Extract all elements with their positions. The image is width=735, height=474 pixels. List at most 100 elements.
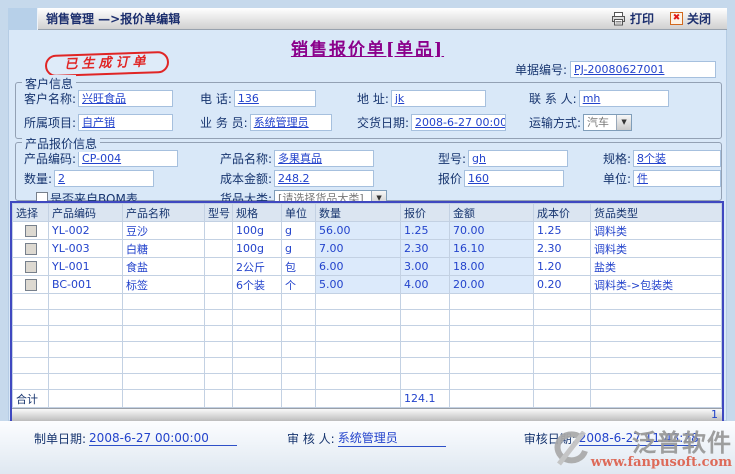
product-code-value: CP-004	[82, 151, 122, 165]
cell-select	[12, 257, 49, 276]
model-label: 型号:	[437, 151, 467, 166]
cell-unit: 包	[281, 257, 316, 276]
transport-select[interactable]: 汽车 ▼	[583, 113, 633, 131]
cell-type: 调料类	[590, 239, 722, 258]
empty-cell	[12, 293, 49, 310]
model-field[interactable]: gh	[468, 149, 569, 167]
empty-cell	[12, 325, 49, 342]
fanpu-logo-icon	[554, 431, 588, 466]
empty-row	[12, 325, 722, 342]
main-panel: 销售报价单[单品] 已生成订单 单据编号: PJ-20080627001 客户信…	[8, 30, 727, 423]
cell-select	[12, 275, 49, 294]
close-label: 关闭	[686, 12, 711, 26]
cell-cost: 0.20	[533, 275, 591, 294]
spec-field[interactable]: 8个装	[633, 149, 721, 167]
table-pager-bar[interactable]: 1	[12, 408, 722, 421]
watermark-name: 泛普软件	[632, 428, 732, 457]
cell-type: 调料类->包装类	[590, 275, 722, 294]
empty-cell	[12, 357, 49, 374]
customer-info-section: 客户信息 客户名称: 兴旺食品 电 话: 136 地 址: jk 联 系 人: …	[15, 75, 722, 139]
cell-spec: 6个装	[232, 275, 282, 294]
customer-name-field[interactable]: 兴旺食品	[78, 89, 174, 107]
cell-price: 2.30	[400, 239, 450, 258]
row-checkbox[interactable]	[24, 243, 37, 255]
doc-no-value: PJ-20080627001	[574, 63, 665, 76]
cell-qty: 7.00	[315, 239, 401, 258]
quote-price-field[interactable]: 160	[463, 169, 564, 187]
salesman-field[interactable]: 系统管理员	[249, 113, 332, 131]
product-name-field[interactable]: 多果真品	[274, 149, 375, 167]
quote-price-value: 160	[467, 171, 489, 185]
phone-field[interactable]: 136	[233, 89, 316, 107]
empty-row	[12, 373, 722, 390]
customer-section-legend: 客户信息	[22, 75, 77, 92]
product-name-value: 多果真品	[278, 151, 323, 165]
product-code-field[interactable]: CP-004	[78, 149, 179, 167]
phone-label: 电 话:	[200, 91, 232, 106]
transport-label: 运输方式:	[529, 115, 582, 130]
project-value: 自产销	[82, 115, 116, 129]
cell-amount: 20.00	[449, 275, 534, 294]
col-type: 货品类型	[590, 203, 722, 222]
chevron-down-icon[interactable]: ▼	[616, 114, 632, 130]
empty-cell	[12, 309, 49, 326]
cell-name: 豆沙	[122, 221, 205, 240]
unit-field[interactable]: 件	[633, 169, 721, 187]
quantity-field[interactable]: 2	[54, 169, 155, 187]
watermark-url: www.fanpusoft.com	[590, 455, 732, 470]
address-field[interactable]: jk	[390, 89, 486, 107]
made-date-value: 2008-6-27 00:00:00	[89, 431, 238, 446]
print-label: 打印	[629, 12, 654, 26]
col-qty: 数量	[315, 203, 401, 222]
cell-price: 4.00	[400, 275, 450, 294]
cell-unit: g	[281, 239, 316, 258]
phone-value: 136	[237, 91, 259, 105]
empty-cell	[12, 373, 49, 390]
empty-cell	[12, 341, 49, 358]
project-field[interactable]: 自产销	[78, 113, 174, 131]
cell-code: YL-003	[48, 239, 123, 258]
delivery-date-field[interactable]: 2008-6-27 00:00	[411, 113, 507, 131]
cell-qty: 56.00	[315, 221, 401, 240]
cell-cost: 2.30	[533, 239, 591, 258]
project-label: 所属项目:	[24, 115, 77, 130]
product-section-legend: 产品报价信息	[22, 135, 101, 152]
quote-price-label: 报价	[437, 171, 462, 186]
page-number: 1	[711, 408, 718, 421]
cell-name: 食盐	[122, 257, 205, 276]
cell-code: YL-001	[48, 257, 123, 276]
spec-value: 8个装	[637, 151, 666, 165]
table-row: YL-002 豆沙 100g g 56.00 1.25 70.00 1.25 调…	[12, 221, 722, 240]
row-checkbox[interactable]	[24, 225, 37, 237]
doc-no-label: 单据编号:	[514, 63, 567, 77]
total-row: 合计 124.1	[12, 389, 722, 408]
empty-row	[12, 293, 722, 310]
unit-label: 单位:	[602, 171, 631, 186]
col-cost: 成本价	[533, 203, 591, 222]
customer-name-value: 兴旺食品	[82, 91, 127, 105]
print-button[interactable]: 打印	[611, 10, 654, 27]
row-checkbox[interactable]	[24, 261, 37, 273]
model-value: gh	[472, 151, 486, 165]
cell-select	[12, 221, 49, 240]
cell-cost: 1.25	[533, 221, 591, 240]
cell-code: YL-002	[48, 221, 123, 240]
printer-icon	[611, 11, 625, 25]
cell-price: 1.25	[400, 221, 450, 240]
product-quote-section: 产品报价信息 产品编码: CP-004 产品名称: 多果真品 型号: gh 规格…	[15, 135, 722, 207]
row-checkbox[interactable]	[24, 279, 37, 291]
cost-amount-value: 248.2	[278, 171, 310, 185]
cell-model	[204, 239, 233, 258]
product-name-label: 产品名称:	[219, 151, 273, 166]
made-date-label: 制单日期:	[34, 431, 87, 446]
contact-field[interactable]: mh	[578, 89, 669, 107]
salesman-value: 系统管理员	[253, 115, 309, 129]
col-model: 型号	[204, 203, 233, 222]
close-button[interactable]: ✖ 关闭	[669, 10, 711, 27]
cell-qty: 5.00	[315, 275, 401, 294]
cost-amount-field[interactable]: 248.2	[274, 169, 375, 187]
watermark: 泛普软件 www.fanpusoft.com	[549, 431, 732, 470]
table-row: YL-003 白糖 100g g 7.00 2.30 16.10 2.30 调料…	[12, 239, 722, 258]
cell-name: 白糖	[122, 239, 205, 258]
doc-no-field[interactable]: PJ-20080627001	[570, 61, 716, 78]
